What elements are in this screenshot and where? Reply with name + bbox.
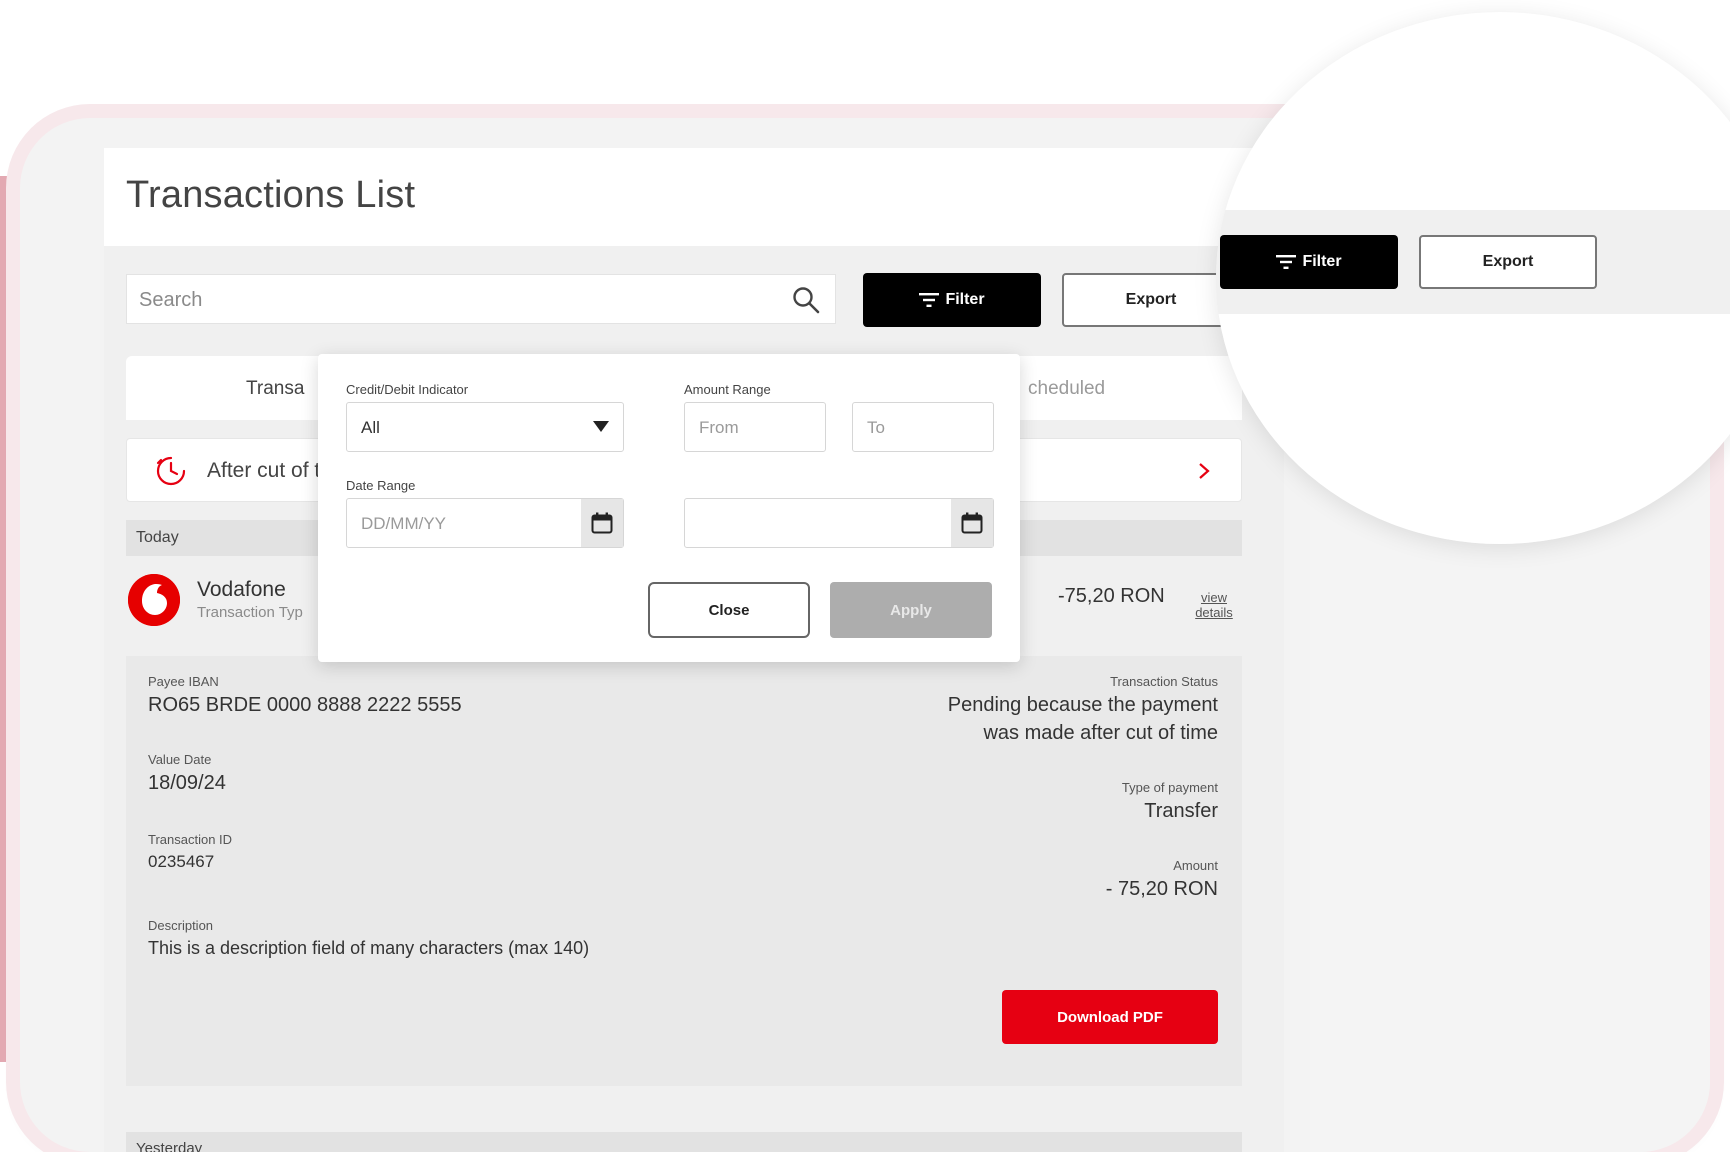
status-line-1: Pending because the payment bbox=[947, 694, 1218, 716]
description-value: This is a description field of many char… bbox=[148, 938, 590, 958]
magnified-filter-button[interactable]: Filter bbox=[1220, 235, 1398, 289]
credit-debit-value: All bbox=[361, 418, 380, 437]
caret-down-icon bbox=[593, 421, 609, 432]
amount-to-input[interactable] bbox=[865, 403, 989, 453]
date-to-calendar-button[interactable] bbox=[951, 499, 993, 547]
transaction-name: Vodafone bbox=[197, 578, 286, 601]
date-from-calendar-button[interactable] bbox=[581, 499, 623, 547]
magnifier-lower bbox=[1216, 314, 1730, 544]
amount-from-input[interactable] bbox=[697, 403, 821, 453]
value-date-value: 18/09/24 bbox=[148, 772, 226, 794]
filter-icon bbox=[1276, 255, 1297, 269]
payee-iban-value: RO65 BRDE 0000 8888 2222 5555 bbox=[148, 694, 462, 716]
magnifier-callout: Filter Export bbox=[1216, 12, 1730, 544]
transaction-type: Transaction Typ bbox=[197, 604, 303, 621]
amount-to-box bbox=[852, 402, 994, 453]
tab-transactions[interactable]: Transa bbox=[246, 378, 304, 400]
transaction-id-value: 0235467 bbox=[148, 852, 215, 871]
date-from-box bbox=[346, 498, 624, 549]
filter-button[interactable]: Filter bbox=[863, 273, 1041, 327]
close-button[interactable]: Close bbox=[648, 582, 810, 638]
search-icon[interactable] bbox=[791, 285, 821, 315]
chevron-right-icon bbox=[1199, 463, 1210, 479]
download-pdf-button[interactable]: Download PDF bbox=[1002, 990, 1218, 1044]
credit-debit-select[interactable]: All bbox=[346, 402, 624, 452]
search-input[interactable] bbox=[137, 275, 761, 325]
group-label-today: Today bbox=[136, 529, 179, 546]
group-label-yesterday: Yesterday bbox=[136, 1140, 203, 1152]
date-from-input[interactable] bbox=[359, 499, 573, 549]
clock-icon bbox=[156, 456, 186, 486]
amount-range-label: Amount Range bbox=[684, 382, 771, 397]
filter-popup: Credit/Debit Indicator All Amount Range … bbox=[318, 354, 1020, 662]
view-details-link[interactable]: view details bbox=[1186, 590, 1242, 620]
calendar-icon bbox=[961, 512, 983, 534]
transaction-id-label: Transaction ID bbox=[148, 832, 233, 847]
group-header-yesterday: Yesterday bbox=[126, 1132, 1242, 1152]
date-to-box bbox=[684, 498, 994, 549]
apply-button[interactable]: Apply bbox=[830, 582, 992, 638]
credit-debit-label: Credit/Debit Indicator bbox=[346, 382, 469, 397]
date-range-label: Date Range bbox=[346, 478, 416, 493]
amount-label: Amount bbox=[1173, 858, 1218, 873]
status-label: Transaction Status bbox=[1110, 674, 1218, 689]
page-title: Transactions List bbox=[126, 174, 416, 216]
amount-from-box bbox=[684, 402, 826, 453]
magnifier-header bbox=[1216, 12, 1730, 210]
calendar-icon bbox=[591, 512, 613, 534]
description-label: Description bbox=[148, 918, 214, 933]
export-button[interactable]: Export bbox=[1062, 273, 1240, 327]
value-date-label: Value Date bbox=[148, 752, 212, 767]
payment-type-label: Type of payment bbox=[1121, 780, 1218, 795]
payment-type-value: Transfer bbox=[1144, 800, 1218, 822]
status-line-2: was made after cut of time bbox=[983, 722, 1218, 744]
vodafone-logo bbox=[128, 574, 180, 626]
payee-iban-label: Payee IBAN bbox=[148, 674, 219, 689]
date-to-input[interactable] bbox=[697, 499, 941, 549]
magnified-export-button[interactable]: Export bbox=[1419, 235, 1597, 289]
search-box bbox=[126, 274, 836, 325]
amount-value: - 75,20 RON bbox=[1105, 878, 1218, 900]
transaction-amount: -75,20 RON bbox=[1058, 585, 1165, 607]
filter-icon bbox=[919, 293, 940, 307]
filter-button-label: Filter bbox=[945, 291, 985, 308]
cutoff-notice-text: After cut of t bbox=[207, 459, 321, 482]
transaction-details: Payee IBAN RO65 BRDE 0000 8888 2222 5555… bbox=[126, 656, 1242, 1086]
magnified-filter-label: Filter bbox=[1302, 253, 1342, 270]
tab-scheduled[interactable]: cheduled bbox=[1028, 378, 1105, 400]
panel-header: Transactions List bbox=[104, 148, 1284, 246]
